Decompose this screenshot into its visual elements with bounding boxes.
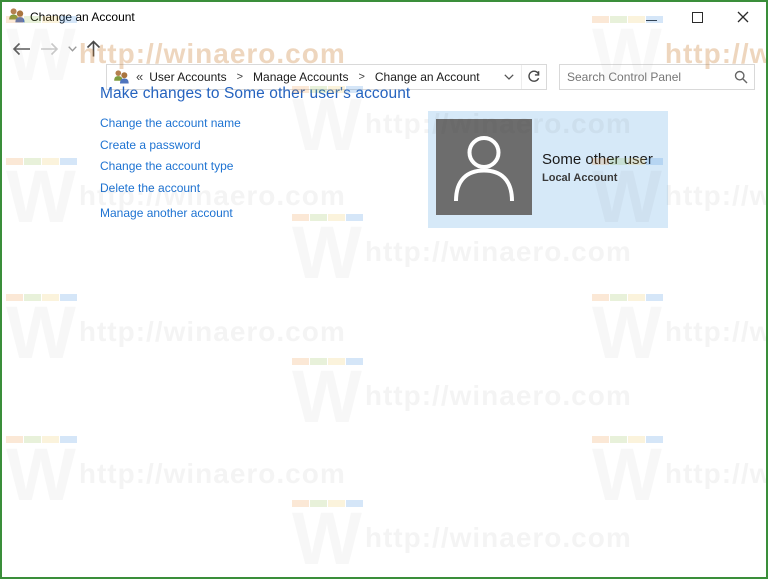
watermark-url: http://winaero.com	[364, 522, 632, 553]
recent-pages-button[interactable]	[63, 32, 81, 66]
users-icon	[114, 70, 129, 84]
watermark-url: http://winaero.com	[78, 316, 346, 347]
watermark-tile: Whttp://winaero.com	[6, 294, 346, 370]
watermark-tile: Whttp://winaero.com	[592, 436, 766, 512]
back-button[interactable]	[8, 32, 34, 66]
window-title: Change an Account	[30, 10, 135, 24]
watermark-letter: W	[592, 438, 662, 512]
search-icon	[734, 70, 748, 84]
forward-button[interactable]	[36, 32, 62, 66]
link-delete-account[interactable]: Delete the account	[100, 178, 241, 200]
search-input[interactable]	[560, 70, 728, 84]
users-icon	[9, 8, 25, 23]
history-chevron-icon	[67, 46, 77, 52]
caption-buttons	[628, 2, 766, 32]
watermark-url: http://winaero.com	[664, 316, 766, 347]
user-account-tile[interactable]: Some other user Local Account	[428, 111, 668, 228]
watermark-letter: W	[292, 88, 362, 162]
refresh-button[interactable]	[522, 65, 546, 89]
winaero-logo-squares	[592, 436, 766, 443]
watermark-tile: Whttp://winaero.com	[592, 294, 766, 370]
minimize-button[interactable]	[628, 2, 674, 32]
task-links: Change the account name Create a passwor…	[100, 113, 241, 199]
watermark-tile: Whttp://winaero.com	[292, 500, 632, 576]
page-title: Make changes to Some other user's accoun…	[100, 85, 411, 102]
watermark-letter: W	[6, 438, 76, 512]
watermark-tile: Whttp://winaero.com	[6, 436, 346, 512]
watermark-url: http://winaero.com	[664, 458, 766, 489]
maximize-button[interactable]	[674, 2, 720, 32]
refresh-icon	[528, 70, 540, 82]
minimize-icon	[645, 19, 657, 21]
winaero-logo-squares	[592, 294, 766, 301]
watermark-tile: Whttp://winaero.com	[292, 358, 632, 434]
link-change-account-type[interactable]: Change the account type	[100, 156, 241, 178]
breadcrumb-separator[interactable]: >	[350, 71, 372, 83]
user-account-type: Local Account	[542, 172, 618, 184]
winaero-logo-squares	[6, 294, 346, 301]
search-button[interactable]	[728, 65, 754, 89]
breadcrumb-user-accounts[interactable]: User Accounts	[147, 70, 228, 84]
breadcrumb-change-an-account[interactable]: Change an Account	[373, 70, 482, 84]
winaero-logo-squares	[6, 436, 346, 443]
chevron-down-icon	[504, 74, 514, 80]
breadcrumb-separator[interactable]: >	[229, 71, 251, 83]
watermark-letter: W	[292, 502, 362, 576]
watermark-letter: W	[292, 360, 362, 434]
winaero-logo-squares	[292, 358, 632, 365]
user-name: Some other user	[542, 151, 653, 168]
control-panel-window: Change an Account « User Accounts > Mana…	[0, 0, 768, 579]
watermark-letter: W	[592, 296, 662, 370]
breadcrumb-manage-accounts[interactable]: Manage Accounts	[251, 70, 350, 84]
maximize-icon	[691, 11, 703, 23]
link-create-password[interactable]: Create a password	[100, 135, 241, 157]
person-icon	[454, 136, 514, 202]
link-manage-another-account[interactable]: Manage another account	[100, 206, 233, 220]
breadcrumb-overflow-chevron[interactable]: «	[130, 69, 147, 86]
watermark-url: http://winaero.com	[78, 458, 346, 489]
up-button[interactable]	[81, 32, 105, 66]
forward-icon	[40, 42, 58, 56]
close-icon	[737, 11, 749, 23]
address-dropdown-button[interactable]	[497, 65, 521, 89]
back-icon	[12, 42, 30, 56]
watermark-url: http://winaero.com	[364, 380, 632, 411]
avatar	[436, 119, 532, 215]
watermark-url: http://winaero.com	[364, 236, 632, 267]
search-box	[559, 64, 755, 90]
close-button[interactable]	[720, 2, 766, 32]
up-icon	[86, 40, 100, 57]
watermark-letter: W	[6, 160, 76, 234]
watermark-letter: W	[6, 296, 76, 370]
winaero-logo-squares	[292, 500, 632, 507]
title-bar: Change an Account	[2, 2, 766, 32]
navigation-bar: « User Accounts > Manage Accounts > Chan…	[2, 32, 766, 90]
watermark-url: http://winaero.com	[664, 180, 766, 211]
link-change-account-name[interactable]: Change the account name	[100, 113, 241, 135]
watermark-letter: W	[292, 216, 362, 290]
